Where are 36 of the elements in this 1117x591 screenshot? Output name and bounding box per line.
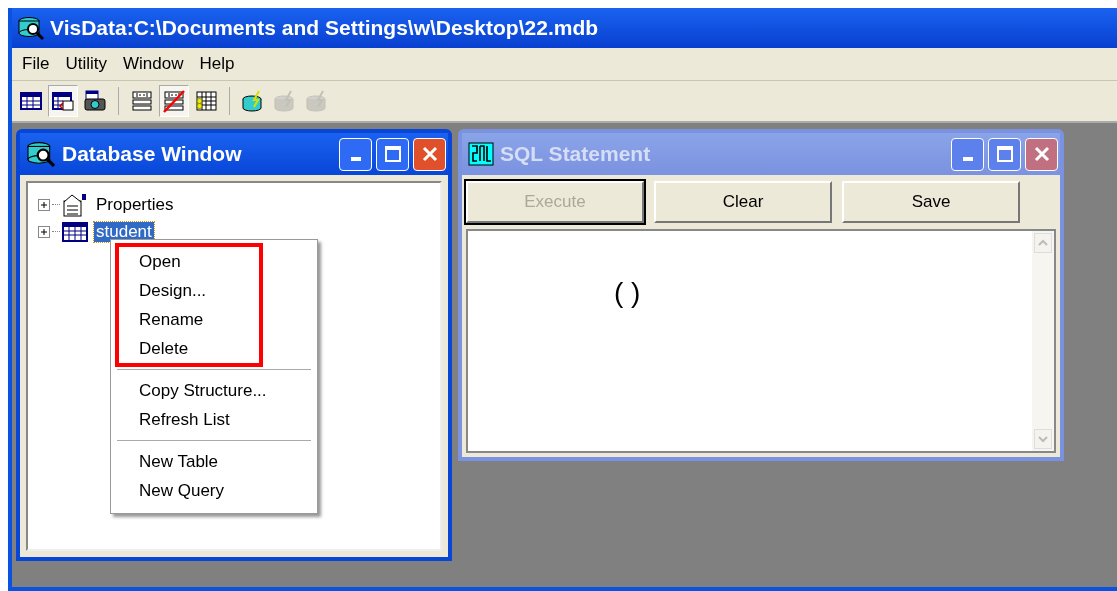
menu-item[interactable]: File <box>22 54 50 74</box>
database-magnifier-icon <box>26 141 56 167</box>
menu-item[interactable]: Rename <box>139 305 259 334</box>
close-button[interactable] <box>413 137 446 171</box>
menu-item[interactable]: Window <box>122 54 184 74</box>
close-icon <box>421 146 438 162</box>
toolbar-nav-off-button[interactable] <box>159 85 189 117</box>
tree-item[interactable]: Properties <box>94 194 176 215</box>
maximize-icon <box>384 146 401 162</box>
window-title: SQL Statement <box>500 142 651 166</box>
window-title: VisData:C:\Documents and Settings\w\Desktop\22.mdb <box>50 16 599 40</box>
toolbar-form-button[interactable] <box>48 85 78 117</box>
menu-item[interactable]: Open <box>139 247 259 276</box>
window-title: Database Window <box>62 142 242 166</box>
menu-item[interactable]: Help <box>199 54 235 74</box>
expand-icon[interactable] <box>38 198 50 211</box>
database-magnifier-icon <box>18 16 44 40</box>
menu-item[interactable]: New Table <box>139 447 313 476</box>
close-icon <box>1033 146 1050 162</box>
menu-item[interactable]: Utility <box>65 54 107 74</box>
minimize-icon <box>350 157 361 161</box>
table-icon <box>62 220 88 243</box>
tree-item[interactable]: student <box>94 221 154 242</box>
menu-item[interactable]: Refresh List <box>139 405 313 434</box>
menu-item[interactable]: Copy Structure... <box>139 376 313 405</box>
sql-text: ( ) <box>614 277 641 309</box>
maximize-button[interactable] <box>376 137 409 171</box>
sql-icon <box>468 142 494 166</box>
properties-icon <box>62 192 88 217</box>
menu-item[interactable]: Delete <box>139 334 259 363</box>
menu-item[interactable]: New Query <box>139 476 313 505</box>
menu-item[interactable]: Design... <box>139 276 259 305</box>
minimize-icon <box>962 157 973 161</box>
expand-icon[interactable] <box>38 225 50 238</box>
minimize-button[interactable] <box>339 137 372 171</box>
maximize-icon <box>996 146 1013 162</box>
